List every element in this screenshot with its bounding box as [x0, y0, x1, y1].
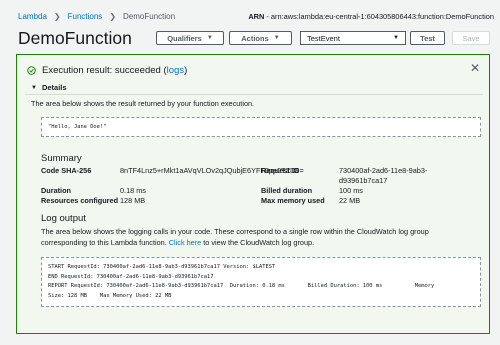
check-circle-icon — [27, 66, 36, 75]
details-toggle[interactable]: ▼ Details — [31, 83, 67, 92]
log-line: REPORT RequestId: 730400af-2ad6-11e8-9ab… — [48, 283, 435, 289]
resources-value: 128 MB — [120, 196, 146, 205]
test-event-select[interactable]: TestEvent ▼ — [300, 31, 406, 45]
caret-down-icon: ▼ — [393, 35, 399, 41]
top-bar: Lambda ❯ Functions ❯ DemoFunction ARN - … — [0, 0, 500, 28]
log-line: Size: 128 MB Max Memory Used: 22 MB — [48, 292, 172, 299]
execution-result-panel: Execution result: succeeded (logs) ✕ ▼ D… — [16, 54, 490, 334]
log-line: END RequestId: 730400af-2ad6-11e8-9ab3-d… — [48, 273, 214, 280]
save-button[interactable]: Save — [452, 31, 490, 45]
breadcrumb-functions[interactable]: Functions — [68, 12, 103, 21]
divider — [25, 94, 483, 95]
request-id-value-line1: 730400af-2ad6-11e8-9ab3- — [339, 166, 428, 175]
return-value-box: "Hello, Jane Doe!" — [41, 117, 481, 137]
breadcrumb: Lambda ❯ Functions ❯ DemoFunction — [18, 12, 175, 21]
actions-dropdown[interactable]: Actions ▼ — [229, 31, 292, 45]
test-button[interactable]: Test — [410, 31, 445, 45]
execution-result-text: Execution result: succeeded (logs) — [42, 65, 187, 76]
caret-down-icon: ▼ — [206, 35, 213, 41]
arn-label: ARN — [248, 12, 265, 21]
summary-title: Summary — [41, 153, 82, 164]
function-arn: ARN - arn:aws:lambda:eu-central-1:604305… — [248, 12, 494, 21]
arn-value: arn:aws:lambda:eu-central-1:604305806443… — [270, 12, 494, 21]
billed-duration-label: Billed duration — [261, 186, 313, 195]
log-desc-prefix: corresponding to this Lambda function. — [41, 238, 169, 247]
qualifiers-dropdown[interactable]: Qualifiers ▼ — [156, 31, 224, 45]
actions-label: Actions — [241, 33, 269, 43]
breadcrumb-current: DemoFunction — [123, 12, 176, 21]
log-desc-line1: The area below shows the logging calls i… — [41, 227, 429, 236]
log-output-description: The area below shows the logging calls i… — [41, 226, 429, 248]
duration-value: 0.18 ms — [120, 186, 146, 195]
resources-label: Resources configured — [41, 196, 119, 205]
log-desc-suffix: to view the CloudWatch log group. — [201, 238, 315, 247]
test-event-value: TestEvent — [307, 33, 340, 43]
log-output-title: Log output — [41, 213, 86, 224]
log-desc-line2: corresponding to this Lambda function. C… — [41, 237, 429, 248]
caret-down-icon: ▼ — [31, 84, 37, 91]
caret-down-icon: ▼ — [273, 35, 280, 41]
request-id-value-line2: d93961b7ca17 — [339, 176, 388, 185]
billed-duration-value: 100 ms — [339, 186, 363, 195]
max-memory-value: 22 MB — [339, 196, 361, 205]
code-sha-label: Code SHA-256 — [41, 166, 92, 175]
qualifiers-label: Qualifiers — [167, 33, 202, 43]
breadcrumb-lambda[interactable]: Lambda — [18, 12, 47, 21]
return-value: "Hello, Jane Doe!" — [48, 124, 107, 130]
return-description: The area below shows the result returned… — [31, 99, 255, 108]
breadcrumb-separator-icon: ❯ — [109, 12, 117, 21]
execution-result-heading: Execution result: succeeded (logs) — [27, 65, 187, 76]
request-id-label: Request ID — [261, 166, 300, 175]
page-title: DemoFunction — [18, 28, 132, 48]
result-heading-suffix: ) — [184, 65, 188, 76]
details-label: Details — [41, 83, 67, 92]
test-label: Test — [420, 33, 435, 43]
log-line: START RequestId: 730400af-2ad6-11e8-9ab3… — [48, 264, 276, 270]
duration-label: Duration — [41, 186, 71, 195]
result-heading-prefix: Execution result: succeeded ( — [42, 65, 167, 76]
max-memory-label: Max memory used — [261, 196, 325, 205]
save-label: Save — [462, 33, 480, 43]
close-icon[interactable]: ✕ — [470, 61, 480, 75]
cloudwatch-link[interactable]: Click here — [169, 238, 201, 247]
breadcrumb-separator-icon: ❯ — [53, 12, 61, 21]
log-output-box: START RequestId: 730400af-2ad6-11e8-9ab3… — [41, 257, 481, 307]
logs-link[interactable]: logs — [167, 65, 184, 76]
